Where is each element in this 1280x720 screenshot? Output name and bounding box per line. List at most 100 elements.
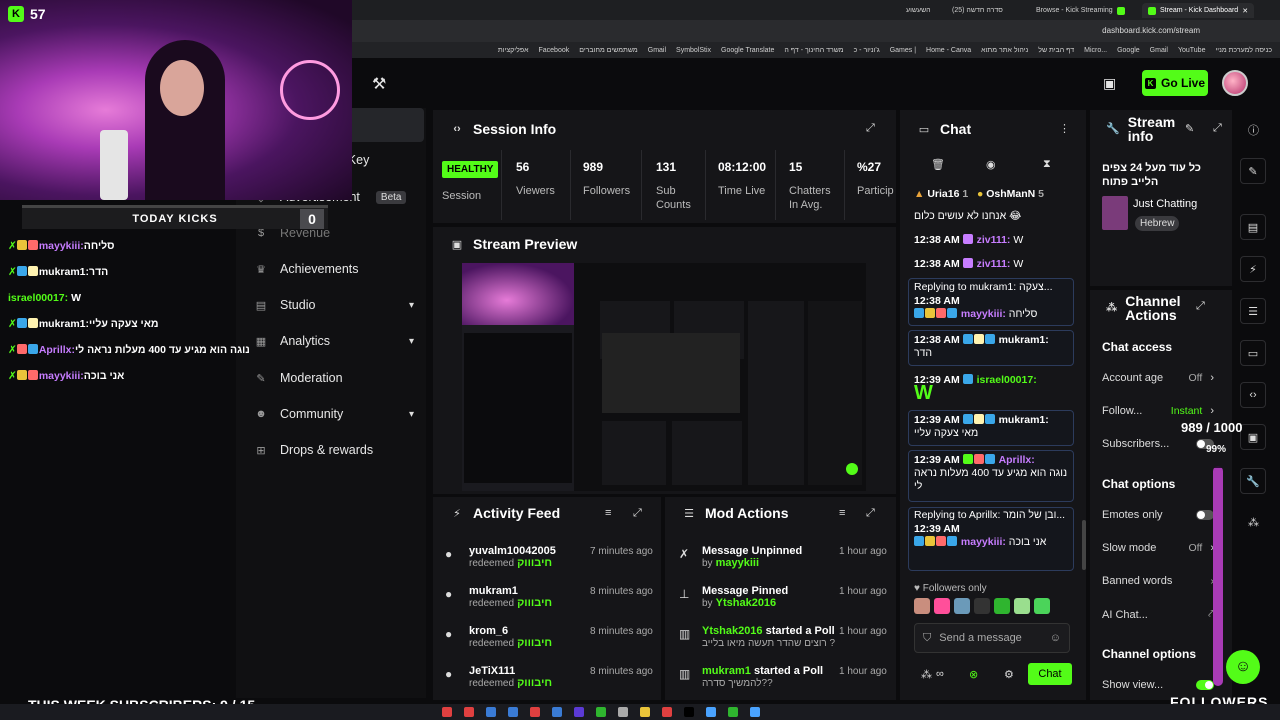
- send-chat-button[interactable]: Chat: [1028, 663, 1072, 685]
- taskbar-app-icon[interactable]: [596, 707, 606, 717]
- badge-icon: [962, 454, 973, 464]
- kick-logo-icon[interactable]: ⊗: [969, 668, 978, 681]
- emote-icon[interactable]: [914, 598, 930, 614]
- tab-misc[interactable]: השעשוע: [900, 3, 937, 18]
- session-icon[interactable]: ‹›: [1240, 382, 1266, 408]
- stream-preview-video[interactable]: [462, 263, 866, 491]
- show-view-row[interactable]: Show view...: [1102, 679, 1214, 691]
- more-icon[interactable]: ⋮: [1059, 122, 1070, 135]
- tab-stream-dashboard[interactable]: Stream - Kick Dashboard ✕: [1142, 3, 1255, 18]
- sidebar-item-achievements[interactable]: ♛ Achievements: [254, 262, 414, 276]
- bookmark-item[interactable]: Google: [1117, 47, 1140, 54]
- expand-icon[interactable]: ⤢: [1196, 300, 1205, 313]
- taskbar-app-icon[interactable]: [552, 707, 562, 717]
- avatar[interactable]: [1222, 70, 1248, 96]
- ai-chat-row[interactable]: AI Chat... ⤤: [1102, 608, 1214, 621]
- bookmark-item[interactable]: משרד החינוך - דף ה: [784, 47, 843, 54]
- emote-icon[interactable]: [934, 598, 950, 614]
- bookmark-item[interactable]: דף הבית של: [1038, 47, 1074, 54]
- bookmark-item[interactable]: כניסה למערכת מניי: [1215, 47, 1272, 54]
- sidebar-item-community[interactable]: ☻ Community ▾: [254, 407, 414, 421]
- expand-icon[interactable]: ⤢: [633, 507, 642, 520]
- tab-browse[interactable]: Browse - Kick Streaming: [1030, 3, 1131, 18]
- emote-icon[interactable]: [994, 598, 1010, 614]
- bookmark-item[interactable]: Gmail: [648, 47, 666, 54]
- bookmark-item[interactable]: SymbolStix: [676, 47, 711, 54]
- sidebar-item-studio[interactable]: ▤ Studio ▾: [254, 298, 414, 312]
- wrench-icon[interactable]: 🔧: [1240, 468, 1266, 494]
- taskbar-app-icon[interactable]: [574, 707, 584, 717]
- bookmark-item[interactable]: Games |: [890, 47, 916, 54]
- url-text[interactable]: dashboard.kick.com/stream: [1102, 26, 1200, 35]
- expand-icon[interactable]: ⤢: [1213, 122, 1222, 135]
- follower-mode-row[interactable]: Follow... Instant ›: [1102, 405, 1214, 417]
- users-icon[interactable]: ⁂: [1248, 516, 1259, 529]
- category-name[interactable]: Just Chatting: [1133, 198, 1197, 210]
- filter-icon[interactable]: ≡: [839, 507, 845, 519]
- taskbar-app-icon[interactable]: [442, 707, 452, 717]
- taskbar-app-icon[interactable]: [750, 707, 760, 717]
- emote-icon[interactable]: [1014, 598, 1030, 614]
- taskbar-app-icon[interactable]: [618, 707, 628, 717]
- edit-icon[interactable]: ✎: [1185, 122, 1194, 135]
- emotes-only-toggle[interactable]: [1196, 510, 1214, 520]
- hammer-icon[interactable]: ⚒: [372, 74, 386, 94]
- expand-icon[interactable]: ⤢: [866, 122, 875, 135]
- monitor-icon[interactable]: ▣: [1240, 424, 1266, 450]
- pencil-icon[interactable]: ✎: [1240, 158, 1266, 184]
- taskbar-app-icon[interactable]: [640, 707, 650, 717]
- emote-icon[interactable]: [954, 598, 970, 614]
- list-icon[interactable]: ☰: [1240, 298, 1266, 324]
- trash-icon[interactable]: 🗑: [931, 158, 945, 171]
- expand-icon[interactable]: ⤢: [866, 507, 875, 520]
- taskbar-app-icon[interactable]: [684, 707, 694, 717]
- bookmark-item[interactable]: משתמשים מחוברים: [579, 47, 638, 54]
- bookmark-item[interactable]: Facebook: [539, 47, 570, 54]
- slow-mode-row[interactable]: Slow modeOff›: [1102, 542, 1214, 554]
- sidebar-item-moderation[interactable]: ✎ Moderation: [254, 371, 414, 385]
- card-icon[interactable]: ▤: [1240, 214, 1266, 240]
- emote-icon[interactable]: [1034, 598, 1050, 614]
- go-live-button[interactable]: K Go Live: [1142, 70, 1208, 96]
- taskbar-app-icon[interactable]: [706, 707, 716, 717]
- bookmark-item[interactable]: אפליקציות: [498, 47, 529, 54]
- taskbar-app-icon[interactable]: [662, 707, 672, 717]
- close-icon[interactable]: ✕: [1242, 7, 1248, 15]
- taskbar-app-icon[interactable]: [728, 707, 738, 717]
- sidebar-item-drops[interactable]: ⊞ Drops & rewards: [254, 443, 414, 457]
- taskbar-app-icon[interactable]: [486, 707, 496, 717]
- banned-words-row[interactable]: Banned words›: [1102, 575, 1214, 587]
- emoji-icon[interactable]: ☺: [1050, 632, 1061, 644]
- tv-icon[interactable]: ▣: [1103, 75, 1116, 92]
- emote-icon[interactable]: [974, 598, 990, 614]
- bookmark-item[interactable]: Gmail: [1150, 47, 1168, 54]
- tab-series[interactable]: (25) סדרה חדשה: [946, 3, 1009, 18]
- chat-bubble-icon[interactable]: ▭: [1240, 340, 1266, 366]
- bolt-icon[interactable]: ⚡: [1240, 256, 1266, 282]
- sidebar-item-analytics[interactable]: ▦ Analytics ▾: [254, 334, 414, 348]
- taskbar-app-icon[interactable]: [530, 707, 540, 717]
- chat-input[interactable]: ⛉ Send a message ☺: [914, 623, 1070, 653]
- bookmark-item[interactable]: ג'וניור - כ: [854, 47, 880, 54]
- bookmark-item[interactable]: Google Translate: [721, 47, 774, 54]
- users-icon[interactable]: ⁂: [921, 668, 932, 681]
- show-view-toggle[interactable]: [1196, 680, 1214, 690]
- info-icon[interactable]: ⓘ: [1248, 122, 1259, 138]
- badge-icon: [936, 536, 946, 546]
- gear-icon[interactable]: ⚙: [1004, 668, 1014, 681]
- preview-block: [846, 463, 858, 475]
- taskbar-app-icon[interactable]: [508, 707, 518, 717]
- subscribers-row[interactable]: Subscribers...: [1102, 438, 1214, 450]
- bookmark-item[interactable]: YouTube: [1178, 47, 1206, 54]
- infinity-icon[interactable]: ∞: [936, 668, 944, 680]
- bookmark-item[interactable]: Home - Canva: [926, 47, 971, 54]
- chat-settings-icon[interactable]: ◉: [986, 158, 996, 171]
- hourglass-icon[interactable]: ⧗: [1043, 158, 1051, 171]
- filter-icon[interactable]: ≡: [605, 507, 611, 519]
- taskbar-app-icon[interactable]: [464, 707, 474, 717]
- account-age-row[interactable]: Account age Off ›: [1102, 372, 1214, 384]
- emotes-only-row[interactable]: Emotes only: [1102, 509, 1214, 521]
- chat-scrollbar[interactable]: [1082, 520, 1086, 570]
- bookmark-item[interactable]: ניהול אתר מתוא: [981, 47, 1028, 54]
- bookmark-item[interactable]: Micro...: [1084, 47, 1107, 54]
